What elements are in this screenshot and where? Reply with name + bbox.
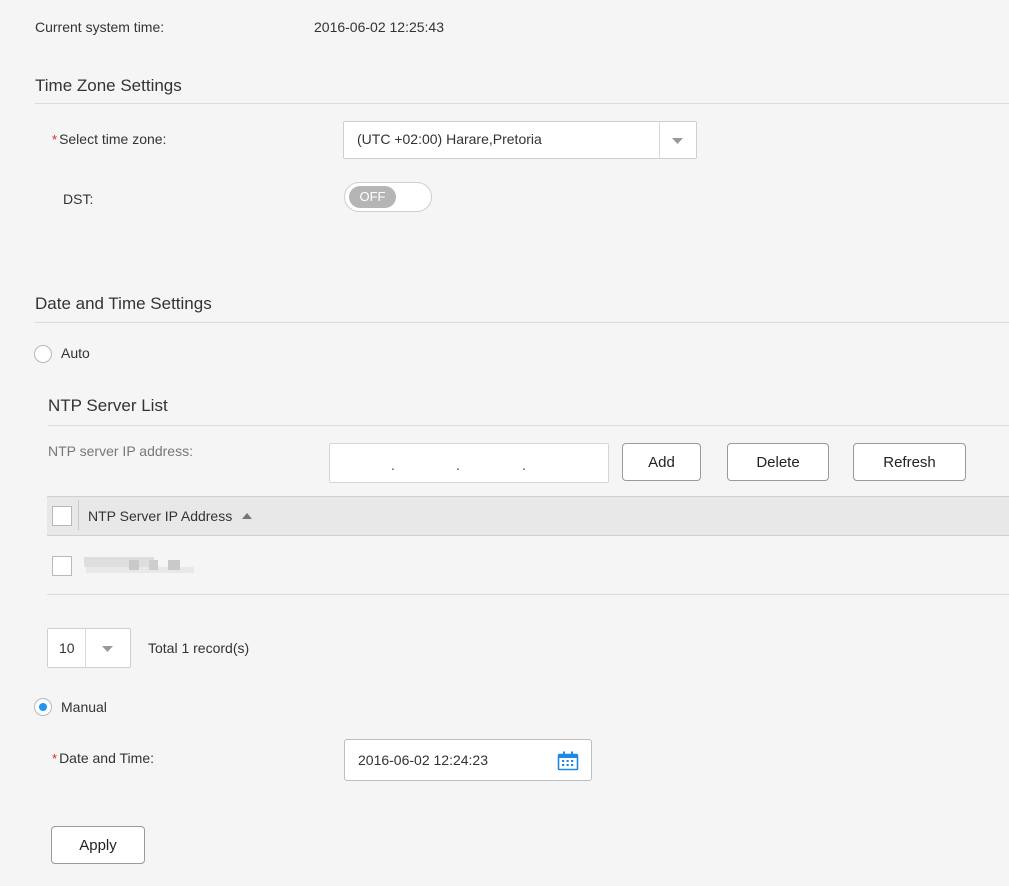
date-time-label: * Date and Time:	[52, 750, 154, 766]
redacted-ip-value-block	[168, 560, 180, 570]
ntp-ip-input[interactable]: . . .	[329, 443, 609, 483]
date-time-label-text: Date and Time:	[59, 750, 154, 766]
required-marker: *	[52, 132, 58, 147]
page-size-value: 10	[59, 640, 75, 656]
chevron-down-icon	[102, 646, 113, 652]
ntp-ip-label: NTP server IP address:	[48, 443, 193, 459]
current-system-time-label: Current system time:	[35, 19, 165, 35]
dst-label: DST:	[63, 191, 94, 207]
apply-button[interactable]: Apply	[51, 826, 145, 864]
required-marker: *	[52, 751, 58, 766]
ntp-ip-column-header-text: NTP Server IP Address	[88, 508, 233, 524]
ntp-ip-column-header[interactable]: NTP Server IP Address	[88, 508, 253, 524]
ip-octet-separator: .	[456, 457, 460, 473]
time-zone-divider	[35, 103, 1009, 104]
date-time-settings-title: Date and Time Settings	[35, 294, 212, 313]
dst-toggle-state: OFF	[349, 186, 396, 208]
column-separator	[78, 500, 79, 530]
calendar-icon[interactable]	[557, 751, 579, 771]
page-size-select[interactable]: 10	[47, 628, 131, 668]
redacted-ip-value-block	[129, 560, 139, 570]
date-time-input[interactable]: 2016-06-02 12:24:23	[344, 739, 592, 781]
ip-octet-separator: .	[391, 457, 395, 473]
sort-ascending-icon[interactable]	[242, 513, 253, 519]
page-size-dropdown-toggle[interactable]	[85, 629, 130, 667]
total-records-text: Total 1 record(s)	[148, 640, 250, 656]
manual-radio-label[interactable]: Manual	[61, 699, 107, 715]
refresh-button[interactable]: Refresh	[853, 443, 966, 481]
ntp-divider	[48, 425, 1009, 426]
delete-button[interactable]: Delete	[727, 443, 829, 481]
dst-toggle[interactable]: OFF	[344, 182, 432, 212]
current-system-time-value: 2016-06-02 12:25:43	[314, 19, 444, 35]
time-zone-settings-title: Time Zone Settings	[35, 76, 182, 95]
time-zone-select-value: (UTC +02:00) Harare,Pretoria	[357, 131, 542, 147]
auto-radio[interactable]	[34, 345, 52, 363]
chevron-down-icon	[672, 138, 683, 144]
ip-octet-separator: .	[522, 457, 526, 473]
auto-radio-label[interactable]: Auto	[61, 345, 90, 361]
ntp-server-list-title: NTP Server List	[48, 396, 168, 415]
manual-radio[interactable]	[34, 698, 52, 716]
date-time-divider	[35, 322, 1009, 323]
time-zone-dropdown-toggle[interactable]	[659, 122, 696, 158]
add-button[interactable]: Add	[622, 443, 701, 481]
time-zone-select[interactable]: (UTC +02:00) Harare,Pretoria	[343, 121, 697, 159]
redacted-ip-value-block	[149, 560, 158, 570]
redacted-ip-value-block	[84, 557, 154, 567]
row-checkbox[interactable]	[52, 556, 72, 576]
select-all-checkbox[interactable]	[52, 506, 72, 526]
select-time-zone-label-text: Select time zone:	[59, 131, 167, 147]
table-bottom-border	[47, 594, 1009, 595]
date-time-value: 2016-06-02 12:24:23	[358, 752, 488, 768]
select-time-zone-label: * Select time zone:	[52, 131, 166, 147]
